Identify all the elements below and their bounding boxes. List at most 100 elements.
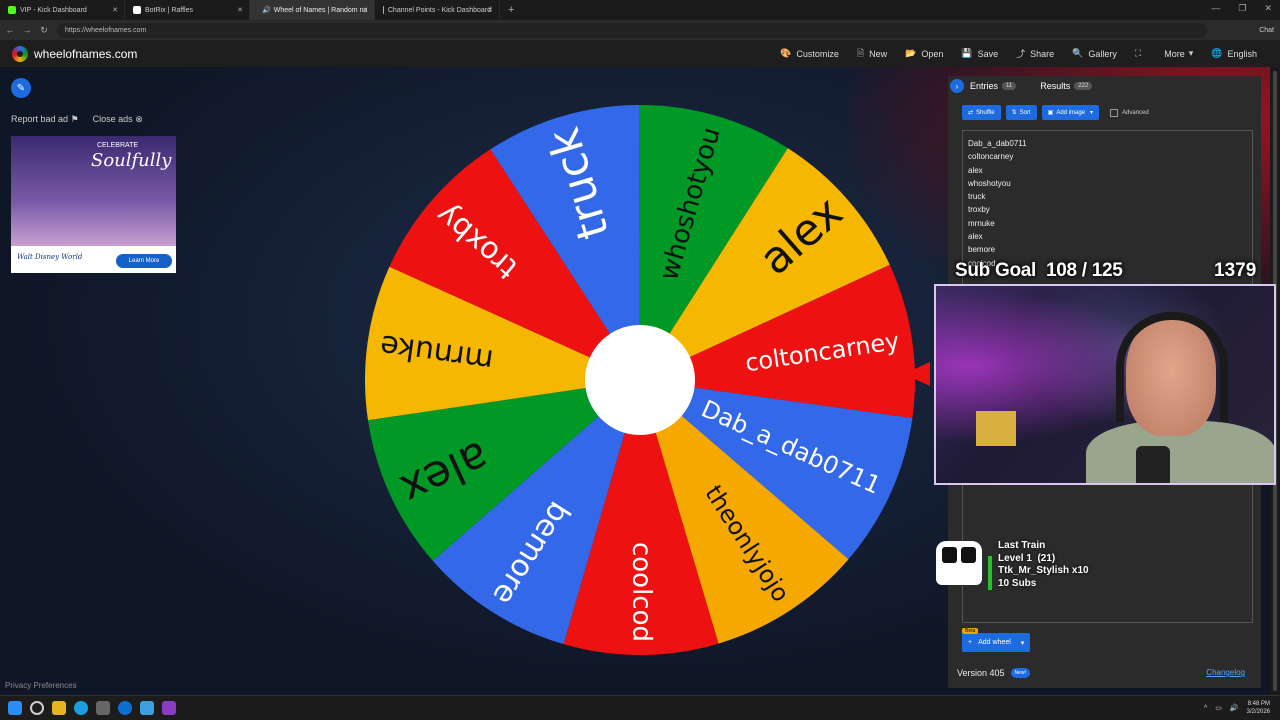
chat-button[interactable]: Chat xyxy=(1259,27,1274,34)
ad-links: Report bad ad ⚑ Close ads ⊗ xyxy=(11,114,143,125)
entry-line: alex xyxy=(968,165,983,175)
report-ad-link[interactable]: Report bad ad ⚑ xyxy=(11,114,79,125)
notepad-icon[interactable] xyxy=(140,701,154,715)
file-explorer-icon[interactable] xyxy=(52,701,66,715)
chevron-down-icon[interactable]: ▾ xyxy=(1021,639,1025,647)
browser-tab-botrix[interactable]: BotRix | Raffles ✕ xyxy=(125,0,250,20)
entry-line: whoshotyou xyxy=(968,178,1011,188)
clock-time: 8:48 PM xyxy=(1247,701,1270,707)
edit-button[interactable]: ✎ xyxy=(11,78,31,98)
new-tab-icon[interactable]: + xyxy=(500,4,522,16)
wheel-segment-label: coolcod xyxy=(626,542,656,642)
menu-label: Open xyxy=(921,48,944,59)
tab-label: BotRix | Raffles xyxy=(145,6,193,14)
collapse-panel-icon[interactable]: › xyxy=(950,79,964,93)
close-tab-icon[interactable]: ✕ xyxy=(487,6,493,14)
search-icon[interactable] xyxy=(30,701,44,715)
entry-line: troxby xyxy=(968,205,990,215)
entry-line: Dab_a_dab0711 xyxy=(968,139,1027,148)
address-bar-row: ← → ↻ https://wheelofnames.com Chat xyxy=(0,20,1280,40)
windows-start-icon[interactable] xyxy=(8,701,22,715)
advanced-checkbox[interactable]: Advanced xyxy=(1110,108,1149,117)
browser-tab-bar: VIP - Kick Dashboard ✕ BotRix | Raffles … xyxy=(0,0,1280,20)
tab-results[interactable]: Results 222 xyxy=(1040,81,1093,91)
clock[interactable]: 8:48 PM 3/2/2026 xyxy=(1247,700,1270,716)
more-button[interactable]: More ▾ xyxy=(1155,46,1202,62)
refresh-icon[interactable]: ↻ xyxy=(37,25,51,36)
globe-icon: 🌐 xyxy=(1211,48,1223,58)
save-icon: 💾 xyxy=(961,48,973,58)
checkbox-box[interactable] xyxy=(1110,108,1119,117)
new-button[interactable]: 🗎 New xyxy=(848,46,896,62)
wheel-center[interactable] xyxy=(585,325,695,435)
network-icon[interactable]: ▭ xyxy=(1215,704,1222,712)
tab-entries[interactable]: Entries 11 xyxy=(970,81,1017,91)
customize-button[interactable]: 🎨 Customize xyxy=(771,46,848,62)
ad-celebrate-text: CELEBRATE xyxy=(97,142,139,149)
train-title: Last Train xyxy=(998,540,1046,551)
menu-label: Customize xyxy=(796,48,839,59)
back-icon[interactable]: ← xyxy=(3,25,17,35)
wheel-pointer-icon xyxy=(904,362,930,386)
wheel-logo-icon xyxy=(12,45,28,62)
menu-label: New xyxy=(869,48,888,59)
forward-icon[interactable]: → xyxy=(20,25,34,35)
obs-icon[interactable] xyxy=(162,701,176,715)
report-ad-label: Report bad ad xyxy=(11,114,69,124)
menu-label: More xyxy=(1164,48,1185,59)
site-logo-text: wheelofnames.com xyxy=(34,46,138,61)
close-tab-icon[interactable]: ✕ xyxy=(237,6,243,14)
chrome-icon[interactable] xyxy=(118,701,132,715)
site-logo[interactable]: wheelofnames.com xyxy=(12,45,138,62)
sort-button[interactable]: ⇅ Sort xyxy=(1005,105,1037,120)
language-button[interactable]: 🌐 English xyxy=(1202,46,1266,62)
open-button[interactable]: 📂 Open xyxy=(896,46,952,62)
fullscreen-icon: ⛶ xyxy=(1134,48,1142,58)
chevron-up-icon[interactable]: ^ xyxy=(1204,705,1207,712)
close-tab-icon[interactable]: ✕ xyxy=(362,6,368,14)
close-tab-icon[interactable]: ✕ xyxy=(112,6,118,14)
add-wheel-button[interactable]: + Add wheel ▾ xyxy=(962,633,1031,652)
browser-tab-wheel[interactable]: 🔊 Wheel of Names | Random na ✕ xyxy=(250,0,375,20)
results-count-badge: 222 xyxy=(1074,82,1093,90)
train-subs: 10 Subs xyxy=(998,577,1037,589)
save-button[interactable]: 💾 Save xyxy=(952,46,1007,62)
speaker-icon[interactable]: 🔊 xyxy=(262,6,271,14)
gallery-button[interactable]: 🔍 Gallery xyxy=(1063,46,1126,62)
sort-icon: ⇅ xyxy=(1011,110,1017,116)
train-shape xyxy=(936,541,982,585)
share-button[interactable]: ⤴ Share xyxy=(1007,46,1063,62)
add-image-button[interactable]: ▣ Add image ▾ xyxy=(1041,105,1100,120)
url-text: https://wheelofnames.com xyxy=(65,26,147,34)
edge-icon[interactable] xyxy=(74,701,88,715)
minimize-icon[interactable]: — xyxy=(1211,3,1220,14)
site-header: wheelofnames.com 🎨 Customize 🗎 New 📂 Open 💾… xyxy=(0,40,1280,67)
entry-line: coltoncarney xyxy=(968,152,1014,162)
volume-icon[interactable]: 🔊 xyxy=(1230,704,1239,712)
close-ads-link[interactable]: Close ads ⊗ xyxy=(93,114,143,125)
folder-icon: 📂 xyxy=(905,48,917,58)
botrix-favicon-icon xyxy=(133,6,141,14)
train-user: Ttk_Mr_Stylish x10 xyxy=(998,565,1089,576)
wheel-of-names[interactable]: coltoncarneyDab_a_dab0711theonlyjojocool… xyxy=(363,103,917,657)
headphones-icon xyxy=(1116,312,1228,422)
changelog-link[interactable]: Changelog xyxy=(1206,668,1245,677)
advertisement[interactable]: CELEBRATE Soulfully Walt Disney World Le… xyxy=(11,136,176,273)
app-icon[interactable] xyxy=(96,701,110,715)
microphone-icon xyxy=(1136,446,1170,483)
fullscreen-button[interactable]: ⛶ xyxy=(1126,46,1155,62)
clock-date: 3/2/2026 xyxy=(1246,709,1270,715)
ad-learn-more-button[interactable]: Learn More xyxy=(116,254,172,268)
maximize-icon[interactable]: ❐ xyxy=(1238,3,1246,14)
close-window-icon[interactable]: ✕ xyxy=(1264,3,1272,14)
palette-icon: 🎨 xyxy=(780,48,792,58)
sub-goal-text: Sub Goal 108 / 125 xyxy=(955,260,1123,281)
browser-tab-vip[interactable]: VIP - Kick Dashboard ✕ xyxy=(0,0,125,20)
shuffle-button[interactable]: ⇄ Shuffle xyxy=(962,105,1001,120)
browser-tab-channel-points[interactable]: Channel Points - Kick Dashboard ✕ xyxy=(375,0,500,20)
share-icon: ⤴ xyxy=(1016,49,1026,59)
hype-train-info: Last Train Level 1 (21) Ttk_Mr_Stylish x… xyxy=(998,540,1089,590)
privacy-preferences-link[interactable]: Privacy Preferences xyxy=(5,681,77,690)
new-badge: New! xyxy=(1010,668,1030,678)
url-field[interactable]: https://wheelofnames.com xyxy=(57,22,1207,38)
